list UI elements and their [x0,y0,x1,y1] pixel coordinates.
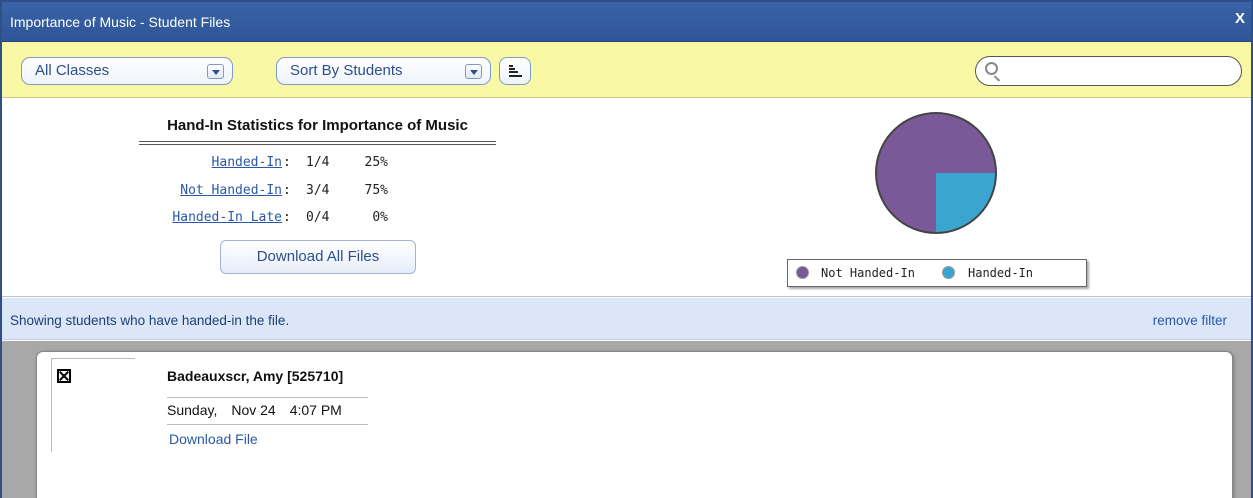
hand-in-pie-chart [872,109,1000,237]
stat-row-handed-in: Handed-In : 1/4 25% [2,155,502,175]
not-handed-in-link[interactable]: Not Handed-In [180,183,282,198]
submission-date: Nov 24 [231,402,276,418]
card-divider [51,358,52,452]
remove-filter-link[interactable]: remove filter [1153,313,1227,328]
search-icon [985,62,998,75]
stat-percent: 75% [364,183,388,198]
legend-not-handed-in: Not Handed-In [821,266,915,280]
sort-select[interactable]: Sort By Students [276,57,491,85]
handed-in-link[interactable]: Handed-In [212,155,282,170]
submission-day: Sunday, [167,402,218,418]
sort-ascending-icon [509,65,522,78]
chevron-down-icon [465,64,482,79]
student-files-window: Importance of Music - Student Files X Al… [0,0,1253,498]
download-file-link[interactable]: Download File [169,431,258,447]
student-name: Badeauxscr, Amy [525710] [167,368,344,384]
stat-count: 1/4 [306,155,330,170]
submission-time: 4:07 PM [289,402,342,418]
handed-in-swatch-icon [942,266,955,279]
class-select-value: All Classes [35,62,110,79]
legend-handed-in: Handed-In [968,266,1034,280]
close-button[interactable]: X [1235,10,1245,27]
filter-message: Showing students who have handed-in the … [10,313,290,328]
stats-title: Hand-In Statistics for Importance of Mus… [167,117,468,134]
stat-count: 3/4 [306,183,330,198]
stat-row-not-handed-in: Not Handed-In : 3/4 75% [2,183,502,203]
stat-percent: 25% [364,155,388,170]
window-title: Importance of Music - Student Files [10,14,231,30]
stat-count: 0/4 [306,210,330,225]
sort-select-value: Sort By Students [290,62,403,79]
stat-percent: 0% [372,210,388,225]
stats-divider [139,141,496,145]
filter-bar: Showing students who have handed-in the … [2,298,1251,340]
student-card: Badeauxscr, Amy [525710] Sunday, Nov 24 4:… [36,351,1233,498]
chevron-down-icon [207,64,224,79]
stat-row-handed-in-late: Handed-In Late : 0/4 0% [2,210,502,230]
file-type-icon [57,369,71,383]
stat-colon: : [283,155,291,170]
submission-datetime: Sunday, Nov 24 4:07 PM [167,397,368,425]
search-box[interactable] [975,56,1242,86]
pie-legend: Not Handed-In Handed-In [787,259,1087,287]
title-bar: Importance of Music - Student Files X [2,2,1251,42]
stat-colon: : [283,210,291,225]
not-handed-in-swatch-icon [796,266,809,279]
toolbar: All Classes Sort By Students [2,42,1251,98]
class-select[interactable]: All Classes [21,57,233,85]
student-list: Badeauxscr, Amy [525710] Sunday, Nov 24 4:… [2,341,1251,498]
card-divider [51,358,135,359]
sort-order-button[interactable] [499,57,531,85]
handed-in-late-link[interactable]: Handed-In Late [172,210,282,225]
download-all-files-button[interactable]: Download All Files [220,240,416,274]
hand-in-statistics-panel: Hand-In Statistics for Importance of Mus… [2,99,1251,297]
stat-colon: : [283,183,291,198]
pie-chart-svg [875,112,997,234]
